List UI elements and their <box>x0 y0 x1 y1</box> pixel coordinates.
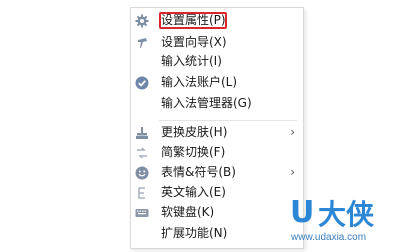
menu-separator <box>159 120 297 121</box>
menu-item-english[interactable]: 英文输入(E) <box>131 183 303 201</box>
menu-item-wizard[interactable]: 设置向导(X) <box>131 33 303 51</box>
menu-item-label: 扩展功能(N) <box>161 226 228 240</box>
skin-icon <box>135 125 149 139</box>
watermark-url: www.udaxia.com <box>291 232 367 243</box>
check-circle-icon <box>135 75 149 90</box>
menu-item-label: 软键盘(K) <box>161 205 215 219</box>
menu-item-label: 英文输入(E) <box>161 185 226 199</box>
watermark-logo-text: 大侠 <box>318 198 375 231</box>
menu-item-manager[interactable]: 输入法管理器(G) <box>131 94 303 112</box>
menu-item-label: 表情&符号(B) <box>161 165 236 179</box>
menu-item-extensions[interactable]: 扩展功能(N) <box>131 224 303 242</box>
menu-item-label: 输入法管理器(G) <box>161 96 252 110</box>
menu-item-account[interactable]: 输入法账户(L) <box>131 73 303 91</box>
menu-item-label: 简繁切换(F) <box>161 145 226 159</box>
menu-item-soft-keyboard[interactable]: 软键盘(K) <box>131 203 303 221</box>
context-menu: 设置属性(P) 设置向导(X) 输入统计(I) 输入法账户(L) 输入法管理器(… <box>130 7 304 249</box>
gear-icon <box>135 13 149 28</box>
menu-item-label: 设置向导(X) <box>161 35 227 49</box>
wand-icon <box>135 35 149 49</box>
convert-icon <box>135 145 149 159</box>
highlight-box <box>159 12 227 29</box>
menu-item-label: 输入法账户(L) <box>161 75 238 89</box>
menu-item-skin[interactable]: 更换皮肤(H) › <box>131 123 303 141</box>
menu-item-label: 输入统计(I) <box>161 54 222 68</box>
smiley-icon <box>135 165 149 180</box>
chevron-right-icon: › <box>290 165 295 179</box>
menu-item-simp-trad[interactable]: 简繁切换(F) <box>131 143 303 161</box>
keyboard-icon <box>135 205 149 219</box>
chevron-right-icon: › <box>290 125 295 139</box>
english-icon <box>135 185 149 199</box>
watermark-logo-letter: U <box>290 195 315 230</box>
menu-item-settings[interactable]: 设置属性(P) <box>131 11 303 29</box>
menu-item-emoji[interactable]: 表情&符号(B) › <box>131 163 303 181</box>
menu-item-stats[interactable]: 输入统计(I) <box>131 52 303 70</box>
menu-item-label: 更换皮肤(H) <box>161 125 228 139</box>
